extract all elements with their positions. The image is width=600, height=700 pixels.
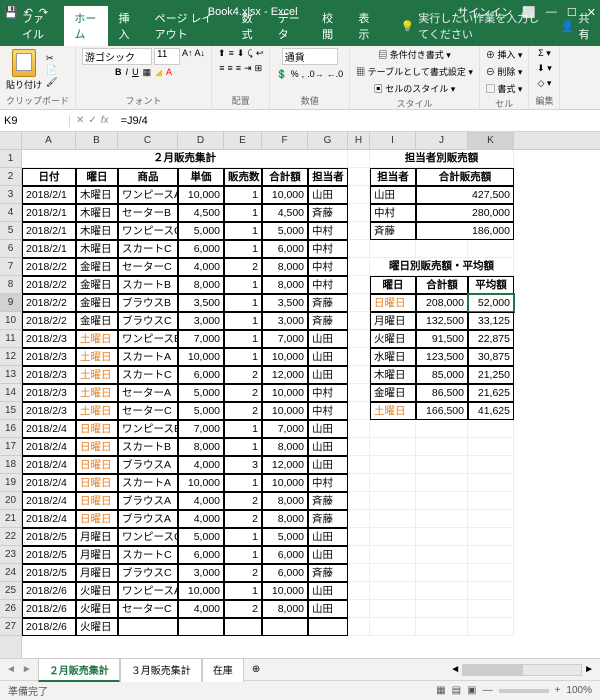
orientation-icon[interactable]: ⤹ — [247, 48, 252, 59]
view-break-icon[interactable]: ▣ — [467, 685, 476, 696]
align-right-icon[interactable]: ≡ — [236, 63, 241, 74]
group-editing: Σ ▾ ⬇ ▾ ◇ ▾ 編集 — [529, 46, 560, 109]
autosum-icon[interactable]: Σ ▾ — [538, 48, 551, 59]
view-normal-icon[interactable]: ▦ — [436, 685, 445, 696]
format-painter-icon[interactable]: 🖌 — [46, 77, 57, 88]
conditional-format-button[interactable]: ▤ 条件付き書式 ▾ — [378, 48, 451, 61]
sheet-tabs: ◄ ► ２月販売集計３月販売集計在庫 ⊕ ◄ ► — [0, 658, 600, 680]
formula-bar: K9 ✕ ✓ fx =J9/4 — [0, 110, 600, 132]
align-middle-icon[interactable]: ≡ — [229, 48, 234, 59]
group-clipboard: 貼り付け ✂ 📄 🖌 クリップボード — [0, 46, 76, 109]
grid[interactable]: ２月販売集計担当者別販売額日付曜日商品単価販売数合計額担当者担当者合計販売額20… — [22, 150, 600, 658]
align-center-icon[interactable]: ≡ — [228, 63, 233, 74]
view-page-icon[interactable]: ▤ — [452, 685, 461, 696]
tab-page-layout[interactable]: ページ レイアウト — [145, 6, 232, 46]
sheet-tab[interactable]: ２月販売集計 — [38, 658, 120, 682]
tell-me[interactable]: 💡 実行したい作業を入力してください — [393, 6, 551, 46]
cancel-formula-icon[interactable]: ✕ — [76, 115, 84, 126]
zoom-in-icon[interactable]: + — [555, 685, 561, 696]
zoom-slider[interactable] — [499, 689, 549, 693]
currency-icon[interactable]: 💲 — [276, 69, 287, 80]
horizontal-scrollbar[interactable] — [462, 664, 582, 676]
fill-color-icon[interactable]: ◢ — [155, 67, 162, 78]
tab-formulas[interactable]: 数式 — [232, 6, 268, 46]
percent-icon[interactable]: % — [291, 69, 299, 80]
comma-icon[interactable]: , — [302, 69, 305, 80]
merge-icon[interactable]: ⊞ — [255, 63, 263, 74]
select-all-corner[interactable] — [0, 132, 22, 150]
fill-icon[interactable]: ⬇ ▾ — [537, 63, 552, 74]
indent-icon[interactable]: ⇥ — [244, 63, 252, 74]
align-left-icon[interactable]: ≡ — [219, 63, 224, 74]
number-format-combo[interactable]: 通貨 — [282, 48, 338, 65]
status-bar: 準備完了 ▦ ▤ ▣ — + 100% — [0, 680, 600, 700]
zoom-level[interactable]: 100% — [566, 685, 592, 696]
clear-icon[interactable]: ◇ ▾ — [537, 78, 551, 89]
font-size-combo[interactable]: 11 — [154, 48, 180, 65]
align-top-icon[interactable]: ⬆ — [218, 48, 226, 59]
ribbon: 貼り付け ✂ 📄 🖌 クリップボード 游ゴシック 11 A↑ A↓ B I U … — [0, 46, 600, 110]
font-name-combo[interactable]: 游ゴシック — [82, 48, 152, 65]
share-button[interactable]: 👤 共有 — [551, 6, 600, 46]
tab-home[interactable]: ホーム — [64, 6, 108, 46]
format-as-table-button[interactable]: ▦ テーブルとして書式設定 ▾ — [356, 65, 473, 78]
wrap-text-icon[interactable]: ↩ — [256, 48, 264, 59]
decrease-font-icon[interactable]: A↓ — [195, 48, 206, 65]
tab-insert[interactable]: 挿入 — [108, 6, 144, 46]
tab-prev-icon[interactable]: ◄ — [6, 664, 16, 675]
insert-cells-button[interactable]: ⊕ 挿入 ▾ — [486, 48, 523, 61]
enter-formula-icon[interactable]: ✓ — [88, 115, 96, 126]
group-styles: ▤ 条件付き書式 ▾ ▦ テーブルとして書式設定 ▾ ▣ セルのスタイル ▾ ス… — [350, 46, 480, 109]
group-number: 通貨 💲 % , .0→ ←.0 数値 — [270, 46, 350, 109]
zoom-out-icon[interactable]: — — [483, 685, 493, 696]
scroll-left-icon[interactable]: ◄ — [450, 664, 460, 675]
decrease-decimal-icon[interactable]: ←.0 — [327, 69, 344, 80]
formula-input[interactable]: =J9/4 — [115, 115, 600, 127]
status-text: 準備完了 — [8, 683, 48, 698]
new-sheet-button[interactable]: ⊕ — [244, 664, 268, 675]
ribbon-tabs: ファイル ホーム 挿入 ページ レイアウト 数式 データ 校閲 表示 💡 実行し… — [0, 24, 600, 46]
align-bottom-icon[interactable]: ⬇ — [237, 48, 245, 59]
copy-icon[interactable]: 📄 — [46, 65, 57, 76]
border-icon[interactable]: ▦ — [143, 67, 152, 78]
group-alignment: ⬆ ≡ ⬇ ⤹ ↩ ≡ ≡ ≡ ⇥ ⊞ 配置 — [212, 46, 270, 109]
increase-font-icon[interactable]: A↑ — [182, 48, 193, 65]
cut-icon[interactable]: ✂ — [46, 53, 57, 64]
tab-view[interactable]: 表示 — [348, 6, 384, 46]
increase-decimal-icon[interactable]: .0→ — [307, 69, 324, 80]
group-cells: ⊕ 挿入 ▾ ⊖ 削除 ▾ ▢ 書式 ▾ セル — [480, 46, 530, 109]
sheet-tab[interactable]: ３月販売集計 — [120, 658, 202, 682]
tab-next-icon[interactable]: ► — [22, 664, 32, 675]
tab-data[interactable]: データ — [268, 6, 312, 46]
column-headers[interactable]: ABCDEFGHIJK — [22, 132, 600, 150]
name-box[interactable]: K9 — [0, 115, 70, 127]
tab-review[interactable]: 校閲 — [312, 6, 348, 46]
group-font: 游ゴシック 11 A↑ A↓ B I U ▦ ◢ A フォント — [76, 46, 212, 109]
format-cells-button[interactable]: ▢ 書式 ▾ — [486, 82, 523, 95]
paste-button[interactable]: 貼り付け — [6, 78, 42, 91]
italic-button[interactable]: I — [126, 67, 129, 78]
delete-cells-button[interactable]: ⊖ 削除 ▾ — [486, 65, 523, 78]
scroll-right-icon[interactable]: ► — [584, 664, 594, 675]
sheet-tab[interactable]: 在庫 — [202, 658, 244, 682]
bold-button[interactable]: B — [115, 67, 122, 78]
paste-icon[interactable] — [12, 49, 36, 77]
underline-button[interactable]: U — [132, 67, 139, 78]
cell-styles-button[interactable]: ▣ セルのスタイル ▾ — [374, 82, 456, 95]
fx-icon[interactable]: fx — [101, 115, 109, 126]
font-color-icon[interactable]: A — [166, 67, 172, 78]
tab-file[interactable]: ファイル — [12, 6, 64, 46]
row-headers[interactable]: 1234567891011121314151617181920212223242… — [0, 150, 22, 658]
